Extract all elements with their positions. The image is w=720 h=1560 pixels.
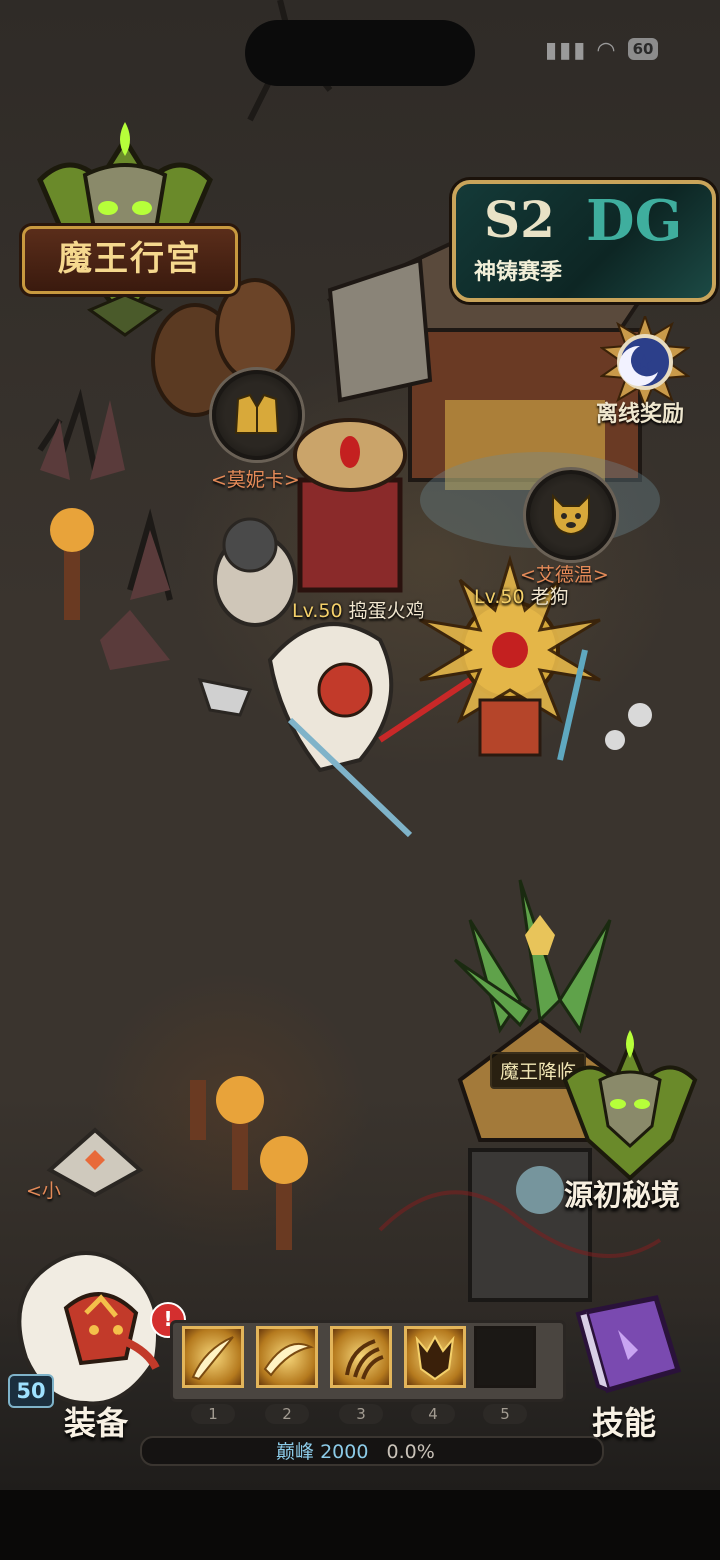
spellbook-icon[interactable] (568, 1290, 688, 1400)
skill-slot-1[interactable] (182, 1326, 244, 1388)
camera-notch (245, 20, 475, 86)
wind-skill-icon (263, 1342, 315, 1377)
skill-slot-5[interactable] (474, 1326, 536, 1388)
xp-value: 2000 (320, 1441, 369, 1463)
skill-slot-number: 4 (411, 1404, 455, 1424)
npc-partial-name[interactable]: <小 (26, 1176, 61, 1203)
skill-slot-number: 3 (339, 1404, 383, 1424)
offline-reward-label[interactable]: 离线奖励 (596, 396, 684, 428)
character-label: Lv.50 捣蛋火鸡 (292, 596, 425, 623)
coat-icon (234, 393, 280, 434)
moon-icon[interactable] (600, 316, 690, 406)
battery-icon: 60 (628, 38, 658, 60)
peak-xp-text: 巅峰 2000 0.0% (276, 1437, 435, 1464)
skill-slot-number: 2 (265, 1404, 309, 1424)
claw-skill-icon (345, 1339, 384, 1380)
season-label: 神铸赛季 (474, 260, 563, 285)
season-banner[interactable]: S2 DG 神铸赛季 (452, 180, 716, 302)
season-code: S2 (484, 190, 555, 249)
skill-slot-2[interactable] (256, 1326, 318, 1388)
equip-button[interactable]: 装备 (64, 1398, 128, 1444)
xp-label: 巅峰 (276, 1441, 315, 1463)
npc-monica-name[interactable]: <莫妮卡> (211, 465, 300, 492)
player-level-badge: 50 (8, 1374, 54, 1408)
palace-title[interactable]: 魔王行宫 (22, 226, 238, 294)
demon-skill-icon (415, 1334, 455, 1381)
skill-slot-number: 5 (483, 1404, 527, 1424)
origin-realm-label[interactable]: 源初秘境 (564, 1172, 680, 1214)
character-level: Lv.50 (474, 586, 525, 608)
skill-slot-4[interactable] (404, 1326, 466, 1388)
xp-percent: 0.0% (386, 1441, 435, 1463)
character-name: 老狗 (530, 586, 569, 608)
skill-slot-number: 1 (191, 1404, 235, 1424)
dog-icon (552, 493, 590, 536)
signal-wifi-icon: ▮▮▮ ◠ (545, 38, 618, 63)
season-logo: DG (586, 188, 683, 254)
skills-button[interactable]: 技能 (592, 1398, 656, 1444)
home-indicator-area (0, 1490, 720, 1560)
npc-edwin-badge[interactable] (526, 470, 616, 560)
origin-realm-emblem-icon[interactable] (560, 1030, 700, 1180)
skill-slot-3[interactable] (330, 1326, 392, 1388)
npc-monica-badge[interactable] (212, 370, 302, 460)
slash-skill-icon (191, 1336, 234, 1381)
character-level: Lv.50 (292, 600, 343, 622)
character-label: Lv.50 老狗 (474, 582, 569, 609)
character-name: 捣蛋火鸡 (348, 600, 425, 622)
